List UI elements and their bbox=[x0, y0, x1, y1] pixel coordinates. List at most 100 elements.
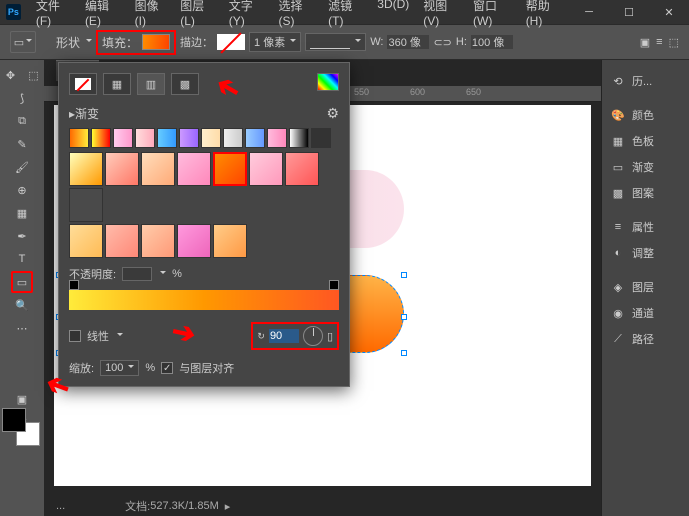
gradient-preset[interactable] bbox=[289, 128, 309, 148]
gradient-preset[interactable] bbox=[267, 128, 287, 148]
menu-item[interactable]: 3D(D) bbox=[370, 0, 416, 28]
menu-item[interactable]: 图像(I) bbox=[128, 0, 174, 28]
link-wh-icon[interactable]: ⊂⊃ bbox=[433, 36, 451, 49]
gradient-preset[interactable] bbox=[113, 128, 133, 148]
text-tool[interactable]: T bbox=[11, 248, 33, 270]
titlebar: Ps 文件(F)编辑(E)图像(I)图层(L)文字(Y)选择(S)滤镜(T)3D… bbox=[0, 0, 689, 24]
color-swatches[interactable] bbox=[2, 408, 40, 446]
eyedropper-tool[interactable]: ✎ bbox=[11, 133, 33, 155]
shape-tool-icon[interactable]: ▭ bbox=[10, 31, 36, 53]
maximize-btn[interactable]: ☐ bbox=[609, 0, 649, 24]
gradient-preset[interactable] bbox=[135, 128, 155, 148]
gradient-preset[interactable] bbox=[311, 128, 331, 148]
zoom-tool[interactable]: 🔍 bbox=[11, 294, 33, 316]
clone-tool[interactable]: ⊕ bbox=[11, 179, 33, 201]
more-tools[interactable]: ⋯ bbox=[11, 317, 33, 339]
menu-item[interactable]: 帮助(H) bbox=[519, 0, 569, 28]
gradient-icon: ▭ bbox=[610, 159, 626, 175]
height-field[interactable] bbox=[471, 35, 513, 49]
gradient-preset[interactable] bbox=[213, 224, 247, 258]
panel-patterns[interactable]: ▩图案 bbox=[602, 180, 689, 206]
panel-channels[interactable]: ◉通道 bbox=[602, 300, 689, 326]
menu-item[interactable]: 文字(Y) bbox=[222, 0, 272, 28]
fill-swatch[interactable] bbox=[142, 34, 170, 50]
lasso-tool[interactable]: ⟆ bbox=[11, 87, 33, 109]
reverse-checkbox[interactable] bbox=[69, 330, 81, 342]
panel-properties[interactable]: ≡属性 bbox=[602, 214, 689, 240]
paths-icon: ⟋ bbox=[610, 331, 626, 347]
shape-mode-label: 形状 bbox=[56, 34, 80, 51]
panel-adjust[interactable]: ◐调整 bbox=[602, 240, 689, 266]
gradient-preset[interactable] bbox=[69, 152, 103, 186]
gradient-preset[interactable] bbox=[91, 128, 111, 148]
arrange-icon[interactable]: ⬚ bbox=[669, 36, 679, 49]
panel-gradient[interactable]: ▭渐变 bbox=[602, 154, 689, 180]
zoom-display[interactable]: ... bbox=[56, 500, 65, 512]
angle-field[interactable] bbox=[269, 329, 299, 343]
menu-item[interactable]: 窗口(W) bbox=[466, 0, 519, 28]
stroke-style-dropdown[interactable] bbox=[305, 33, 366, 51]
fill-none-tab[interactable] bbox=[69, 73, 97, 95]
gradient-preset[interactable] bbox=[201, 128, 221, 148]
gear-icon[interactable]: ⚙ bbox=[326, 105, 339, 122]
gradient-preset[interactable] bbox=[213, 152, 247, 186]
menu-item[interactable]: 视图(V) bbox=[416, 0, 466, 28]
menu-item[interactable]: 选择(S) bbox=[271, 0, 321, 28]
gradient-preset[interactable] bbox=[249, 152, 283, 186]
gradient-preset[interactable] bbox=[69, 188, 103, 222]
opacity-field[interactable] bbox=[122, 267, 152, 281]
gradient-preset[interactable] bbox=[141, 224, 175, 258]
gradient-preset[interactable] bbox=[285, 152, 319, 186]
gradient-tool[interactable]: ▦ bbox=[11, 202, 33, 224]
gradient-preset[interactable] bbox=[69, 224, 103, 258]
close-btn[interactable]: ✕ bbox=[649, 0, 689, 24]
gradient-preset[interactable] bbox=[69, 128, 89, 148]
panel-swatches[interactable]: ▦色板 bbox=[602, 128, 689, 154]
pen-tool[interactable]: ✒ bbox=[11, 225, 33, 247]
width-label: W: bbox=[370, 36, 383, 48]
menu-item[interactable]: 编辑(E) bbox=[78, 0, 128, 28]
gradient-preset[interactable] bbox=[177, 152, 211, 186]
minimize-btn[interactable]: ─ bbox=[569, 0, 609, 24]
fill-gradient-tab[interactable]: ▥ bbox=[137, 73, 165, 95]
panel-paths[interactable]: ⟋ 路径 bbox=[602, 326, 689, 352]
move-tool[interactable]: ✥ bbox=[0, 64, 22, 86]
gradient-preview[interactable] bbox=[69, 290, 339, 310]
angle-dial[interactable] bbox=[303, 326, 323, 346]
crop-tool[interactable]: ⧉ bbox=[11, 110, 33, 132]
shape-rect-tool[interactable]: ▭ bbox=[11, 271, 33, 293]
stroke-size-field[interactable]: 1 像素 bbox=[249, 32, 301, 52]
align-stroke-icon[interactable]: ▯ bbox=[327, 330, 333, 343]
fg-color[interactable] bbox=[2, 408, 26, 432]
menu-item[interactable]: 图层(L) bbox=[173, 0, 222, 28]
pathops-icon[interactable]: ▣ bbox=[640, 36, 650, 49]
align-layer-checkbox[interactable] bbox=[161, 362, 173, 374]
gradient-preset[interactable] bbox=[157, 128, 177, 148]
color-picker-btn[interactable] bbox=[317, 73, 339, 91]
panel-history[interactable]: ⟲历... bbox=[602, 68, 689, 94]
menu-item[interactable]: 滤镜(T) bbox=[321, 0, 370, 28]
panel-color[interactable]: 🎨颜色 bbox=[602, 102, 689, 128]
gradient-preset[interactable] bbox=[177, 224, 211, 258]
align-icon[interactable]: ≡ bbox=[656, 36, 662, 49]
brush-tool[interactable]: 🖌 bbox=[11, 156, 33, 178]
right-panels: ⟲历... 🎨颜色▦色板▭渐变▩图案 ≡属性◐调整 ◈图层◉通道 ⟋ 路径 bbox=[601, 60, 689, 516]
menu-item[interactable]: 文件(F) bbox=[29, 0, 78, 28]
fill-solid-tab[interactable]: ▦ bbox=[103, 73, 131, 95]
gradient-style-label[interactable]: 线性 bbox=[87, 328, 109, 344]
stroke-swatch[interactable] bbox=[217, 34, 245, 50]
artboard-tool[interactable]: ⬚ bbox=[23, 64, 45, 86]
width-field[interactable] bbox=[387, 35, 429, 49]
panel-label: 路径 bbox=[632, 331, 654, 347]
fill-pattern-tab[interactable]: ▩ bbox=[171, 73, 199, 95]
quickmask-tool[interactable]: ▣ bbox=[11, 388, 33, 410]
shape-mode-dropdown[interactable] bbox=[84, 36, 92, 48]
gradient-preset[interactable] bbox=[105, 152, 139, 186]
gradient-preset[interactable] bbox=[105, 224, 139, 258]
panel-layers[interactable]: ◈图层 bbox=[602, 274, 689, 300]
scale-field[interactable]: 100 bbox=[100, 360, 139, 376]
gradient-preset[interactable] bbox=[223, 128, 243, 148]
gradient-preset[interactable] bbox=[141, 152, 175, 186]
gradient-preset[interactable] bbox=[245, 128, 265, 148]
gradient-preset[interactable] bbox=[179, 128, 199, 148]
